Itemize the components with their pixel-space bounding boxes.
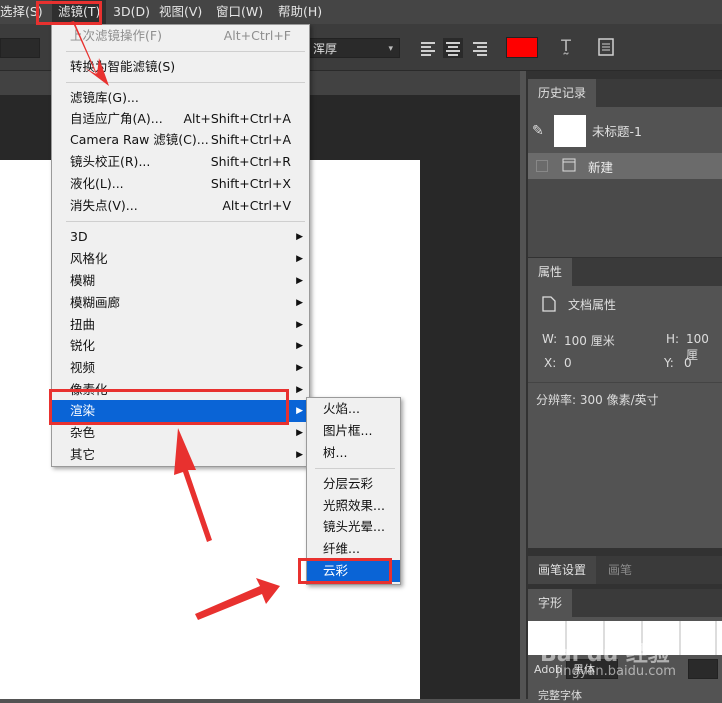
arrow-to-clouds — [195, 578, 280, 620]
arrow-to-filter-menu — [70, 21, 109, 86]
arrow-to-render — [174, 428, 212, 542]
annotation-arrows — [70, 21, 280, 620]
watermark-url: jingyan.baidu.com — [556, 664, 676, 679]
